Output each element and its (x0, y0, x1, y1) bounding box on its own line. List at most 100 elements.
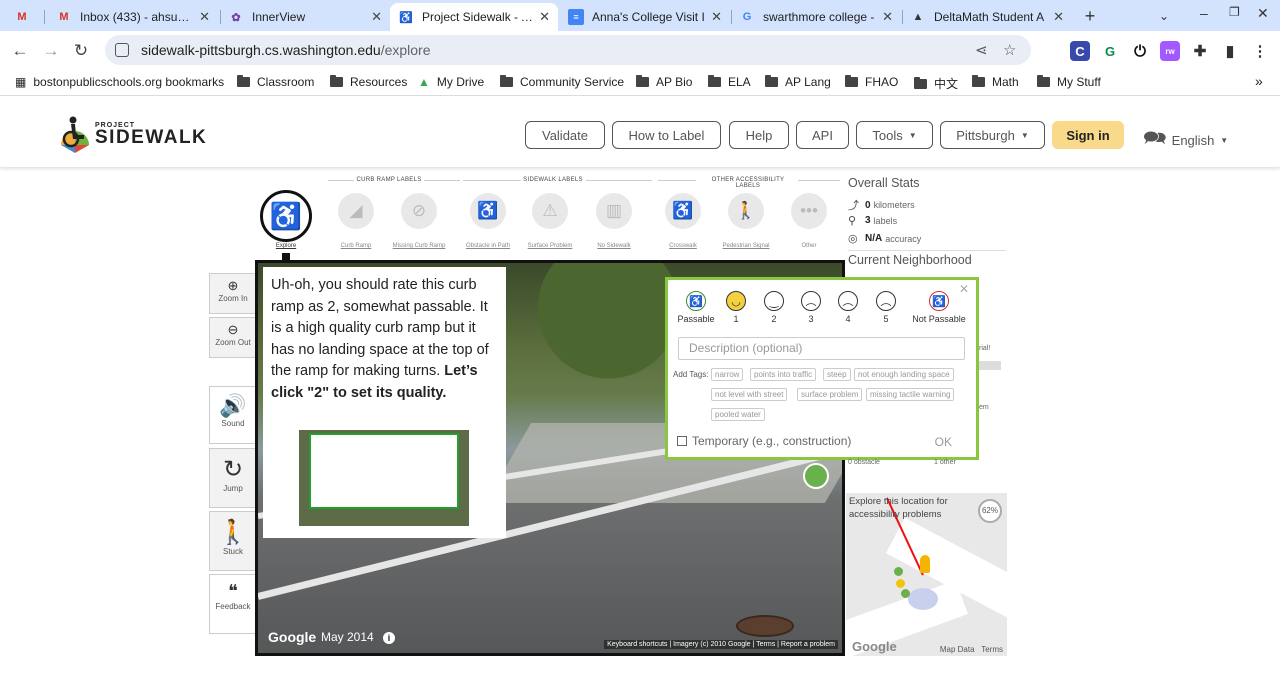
bookmark-classroom[interactable]: Classroom (237, 75, 314, 89)
rating-4[interactable]: ︵ 4 (836, 291, 860, 324)
sound-button[interactable]: 🔊 Sound (209, 386, 257, 444)
close-icon[interactable]: ✕ (199, 9, 210, 25)
tab-deltamath[interactable]: ▲ DeltaMath Student A ✕ (902, 3, 1072, 31)
stuck-button[interactable]: 🚶 Stuck (209, 511, 257, 571)
tab-swarthmore[interactable]: G swarthmore college - ✕ (731, 3, 901, 31)
close-icon[interactable]: ✕ (711, 9, 722, 25)
tag-steep[interactable]: steep (823, 368, 851, 381)
tag-points-into-traffic[interactable]: points into traffic (750, 368, 817, 381)
window-close-button[interactable]: ✕ (1257, 5, 1269, 22)
rating-1[interactable]: ◡ 1 (724, 291, 748, 324)
bookmark-star-icon[interactable]: ☆ (1003, 41, 1016, 59)
temporary-checkbox[interactable]: Temporary (e.g., construction) (677, 434, 851, 448)
tag-surface-problem[interactable]: surface problem (797, 388, 863, 401)
api-button[interactable]: API (796, 121, 849, 149)
extension-grammar-icon[interactable]: G (1100, 41, 1120, 61)
more-bookmarks-button[interactable]: » (1255, 73, 1263, 89)
surface-problem-tool[interactable]: ⚠ (532, 193, 568, 229)
curb-ramp-tool[interactable]: ◢ (338, 193, 374, 229)
speaker-icon: 🔊 (219, 393, 247, 418)
language-icon: 🗪 (1143, 128, 1167, 149)
tag-not-enough-landing-space[interactable]: not enough landing space (854, 368, 954, 381)
rating-passable[interactable]: ♿ Passable (676, 291, 716, 324)
bookmark-ap-lang[interactable]: AP Lang (765, 75, 831, 89)
map-footer[interactable]: Map Data Terms (940, 645, 1003, 654)
zoom-out-icon: ⊖ (227, 322, 239, 337)
share-icon[interactable]: ⋖ (975, 41, 988, 59)
bookmark-ela[interactable]: ELA (708, 75, 751, 89)
rating-5[interactable]: ︵ 5 (874, 291, 898, 324)
back-icon[interactable]: ← (9, 40, 31, 62)
bookmark-chinese[interactable]: 中文 (914, 75, 958, 92)
placed-label-icon[interactable] (803, 463, 829, 489)
bookmark-math[interactable]: Math (972, 75, 1019, 89)
no-sidewalk-tool[interactable]: ▥ (596, 193, 632, 229)
bookmark-my-drive[interactable]: ▲ My Drive (418, 75, 484, 89)
close-icon[interactable]: ✕ (882, 9, 893, 25)
bookmark-ap-bio[interactable]: AP Bio (636, 75, 692, 89)
close-icon[interactable]: ✕ (371, 9, 382, 25)
rating-3[interactable]: ︵ 3 (799, 291, 823, 324)
target-icon: ◎ (848, 233, 858, 245)
tag-not-level-with-street[interactable]: not level with street (711, 388, 788, 401)
city-dropdown[interactable]: Pittsburgh ▼ (940, 121, 1045, 149)
tab-gmail-inbox[interactable]: M Inbox (433) - ahsu@b ✕ (48, 3, 218, 31)
minimize-button[interactable]: – (1200, 5, 1208, 21)
project-sidewalk-logo[interactable]: PROJECT SIDEWALK (57, 115, 207, 153)
explore-mode-button[interactable]: ♿ (260, 190, 312, 242)
folder-icon (708, 75, 721, 87)
tag-pooled-water[interactable]: pooled water (711, 408, 765, 421)
bookmark-resources[interactable]: Resources (330, 75, 407, 89)
close-icon[interactable]: ✕ (1053, 9, 1064, 25)
how-to-label-button[interactable]: How to Label (612, 121, 721, 149)
reload-icon[interactable]: ↻ (70, 40, 92, 62)
extension-c-icon[interactable]: C (1070, 41, 1090, 61)
menu-dots-icon[interactable]: ⋮ (1250, 41, 1270, 61)
new-tab-button[interactable]: + (1076, 3, 1104, 29)
minimap[interactable]: Explore this location for accessibility … (846, 493, 1007, 656)
tools-label: Tools (872, 127, 903, 143)
info-icon[interactable]: i (383, 632, 395, 644)
pegman-icon[interactable] (920, 555, 930, 573)
tab-innerview[interactable]: ✿ InnerView ✕ (220, 3, 390, 31)
jump-button[interactable]: ↻ Jump (209, 448, 257, 508)
zoom-out-button[interactable]: ⊖ Zoom Out (209, 317, 257, 358)
feedback-button[interactable]: ❝ Feedback (209, 574, 257, 634)
no-sidewalk-icon: ▥ (605, 201, 623, 220)
site-info-icon[interactable] (115, 43, 129, 57)
sidepanel-icon[interactable]: ▮ (1220, 41, 1240, 61)
bookmark-my-stuff[interactable]: My Stuff (1037, 75, 1101, 89)
zoom-in-button[interactable]: ⊕ Zoom In (209, 273, 257, 314)
validate-button[interactable]: Validate (525, 121, 605, 149)
crosswalk-tool[interactable]: ♿ (665, 193, 701, 229)
maximize-button[interactable]: ❐ (1229, 5, 1240, 19)
extension-rw-icon[interactable]: rw (1160, 41, 1180, 61)
bookmark-community-service[interactable]: Community Service (500, 75, 624, 89)
close-icon[interactable]: ✕ (539, 9, 550, 25)
bookmark-bps[interactable]: ▦ bostonpublicschools.org bookmarks (15, 75, 224, 89)
power-icon[interactable]: ⏻ (1130, 41, 1150, 61)
pedestrian-signal-tool[interactable]: 🚶 (728, 193, 764, 229)
tools-dropdown[interactable]: Tools ▼ (856, 121, 933, 149)
tab-college-visit[interactable]: ≡ Anna's College Visit I ✕ (560, 3, 730, 31)
language-dropdown[interactable]: 🗪 English ▼ (1143, 124, 1228, 156)
forward-icon[interactable]: → (40, 40, 62, 62)
sign-in-button[interactable]: Sign in (1052, 121, 1124, 149)
rating-2[interactable]: ‿ 2 (762, 291, 786, 324)
tab-project-sidewalk[interactable]: ♿ Project Sidewalk - Au ✕ (390, 3, 558, 31)
tab-gmail-pinned[interactable]: M (6, 3, 40, 31)
bookmark-fhao[interactable]: FHAO (845, 75, 898, 89)
description-input[interactable]: Description (optional) (678, 337, 965, 360)
other-tool[interactable]: ••• (791, 193, 827, 229)
tab-search-button[interactable]: ⌄ (1150, 3, 1178, 29)
obstacle-tool[interactable]: ♿ (470, 193, 506, 229)
tag-missing-tactile-warning[interactable]: missing tactile warning (866, 388, 955, 401)
tag-narrow[interactable]: narrow (711, 368, 744, 381)
help-button[interactable]: Help (729, 121, 789, 149)
ok-button[interactable]: OK (935, 435, 952, 449)
puzzle-icon[interactable]: ✚ (1190, 41, 1210, 61)
imagery-attribution[interactable]: Keyboard shortcuts | Imagery (c) 2010 Go… (604, 640, 838, 649)
address-bar[interactable]: sidewalk-pittsburgh.cs.washington.edu/ex… (105, 35, 1031, 65)
rating-not-passable[interactable]: ♿ Not Passable (909, 291, 969, 324)
missing-curb-ramp-tool[interactable]: ⊘ (401, 193, 437, 229)
